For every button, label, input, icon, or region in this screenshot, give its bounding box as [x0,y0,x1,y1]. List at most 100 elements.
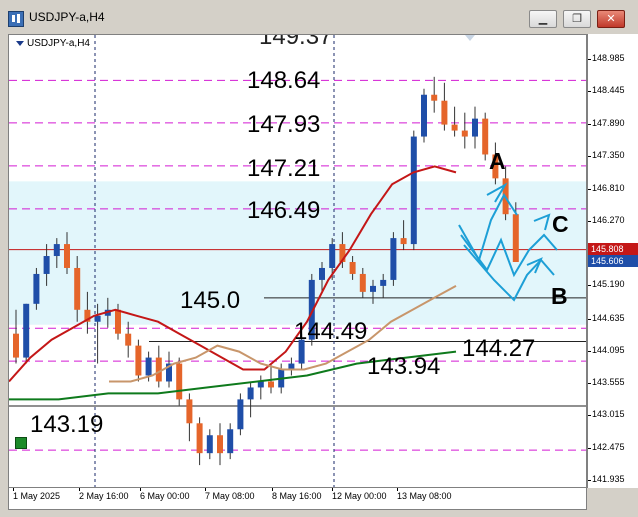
bullish-candle [94,315,101,322]
bullish-candle [329,244,336,268]
bearish-candle [176,363,183,400]
price-tick-mark [588,188,591,190]
bullish-candle [380,279,387,286]
price-tick-mark [588,350,591,352]
bearish-candle [349,262,356,274]
price-tick-mark [588,447,591,449]
price-axis: 145.808 145.606 148.985 148.445 147.890 147… [587,34,638,488]
bearish-candle [196,423,203,454]
annotation-top-partial: 149.37 [259,34,333,50]
bearish-candle [135,345,142,376]
annotation-144-27: 144.27 [462,335,536,362]
price-tick-mark [588,479,591,481]
price-tick-mark [588,220,591,222]
current-price-red-badge: 145.808 [588,242,638,255]
time-tick-label: 12 May 00:00 [332,491,387,501]
annotation-143-19: 143.19 [30,411,104,438]
bullish-candle [145,357,152,376]
price-tick-mark [588,91,591,93]
bullish-candle [410,136,417,245]
bearish-candle [186,399,193,424]
wave-label-c: C [552,211,569,237]
bullish-candle [421,94,427,137]
annotation-148-64: 148.64 [247,67,321,94]
current-price-blue-badge: 145.606 [588,254,638,267]
bullish-candle [257,381,264,388]
bearish-candle [268,381,274,388]
close-button[interactable]: ✕ [597,10,625,28]
restore-icon: ❐ [572,13,582,25]
minimize-icon: ▁ [538,13,548,25]
price-tick-label: 145.190 [592,279,625,290]
annotation-144-49: 144.49 [294,318,368,345]
bearish-candle [482,118,489,155]
bearish-candle [64,244,70,268]
bullish-candle [237,399,244,430]
time-tick-label: 13 May 08:00 [397,491,452,501]
window-titlebar: USDJPY-a,H4 ▁ ❐ ✕ [0,0,638,34]
bullish-candle [370,285,376,292]
time-tick-label: 8 May 16:00 [272,491,322,501]
bearish-candle [441,100,448,125]
bullish-candle [206,435,213,454]
price-tick-mark [588,383,591,385]
price-tick-mark [588,285,591,287]
bearish-candle [400,238,407,245]
price-tick-label: 146.810 [592,182,625,193]
time-tick-label: 7 May 08:00 [205,491,255,501]
annotation-147-93: 147.93 [247,111,321,138]
price-tick-mark [588,318,591,320]
bearish-candle [155,357,162,382]
bullish-candle [33,273,40,304]
price-tick-label: 148.445 [592,85,625,96]
chart-area[interactable]: USDJPY-a,H4 149.37 148.64 147.93 147.21 … [8,34,587,488]
bearish-candle [74,267,81,310]
bearish-candle [115,309,121,334]
bearish-candle [13,333,19,358]
close-icon: ✕ [606,13,616,25]
annotation-147-21: 147.21 [247,155,321,182]
time-tick-label: 6 May 00:00 [140,491,190,501]
window-title: USDJPY-a,H4 [29,10,105,24]
price-tick-mark [588,124,591,126]
price-tick-label: 141.935 [592,473,625,484]
annotation-146-49: 146.49 [247,197,321,224]
symbol-text: USDJPY-a,H4 [27,38,90,49]
price-tick-label: 144.635 [592,312,625,323]
price-tick-label: 147.890 [592,118,625,129]
annotation-143-94: 143.94 [367,353,441,380]
price-tick-label: 143.015 [592,409,625,420]
bullish-candle [23,303,30,358]
price-tick-mark [588,58,591,60]
bearish-candle [431,94,438,101]
chart-shift-marker[interactable] [465,35,475,41]
price-tick-label: 147.350 [592,150,625,161]
price-tick-label: 142.475 [592,441,625,452]
chart-app-icon [8,11,24,27]
bearish-candle [125,333,132,346]
restore-button[interactable]: ❐ [563,10,591,28]
bearish-candle [461,130,468,137]
bearish-candle [451,124,458,131]
bearish-candle [512,214,519,262]
price-tick-label: 143.555 [592,377,625,388]
bullish-candle [53,244,60,257]
bullish-candle [319,267,325,280]
bullish-candle [247,387,254,400]
price-tick-label: 148.985 [592,52,625,63]
bullish-candle [43,256,50,274]
price-tick-label: 146.270 [592,214,625,225]
wave-label-a: A [489,148,506,174]
annotation-145-0: 145.0 [180,287,241,314]
bullish-candle [227,429,234,454]
time-axis: 1 May 2025 2 May 16:00 6 May 00:00 7 May 08… [8,488,587,510]
time-tick-label: 1 May 2025 [13,491,61,501]
symbol-label: USDJPY-a,H4 [16,38,90,49]
bullish-candle [390,238,397,280]
minimize-button[interactable]: ▁ [529,10,557,28]
wave-label-b: B [551,283,568,309]
bearish-candle [359,273,366,292]
price-tick-label: 144.095 [592,344,625,355]
bullish-candle [472,118,478,137]
indicator-marker[interactable] [15,437,27,449]
